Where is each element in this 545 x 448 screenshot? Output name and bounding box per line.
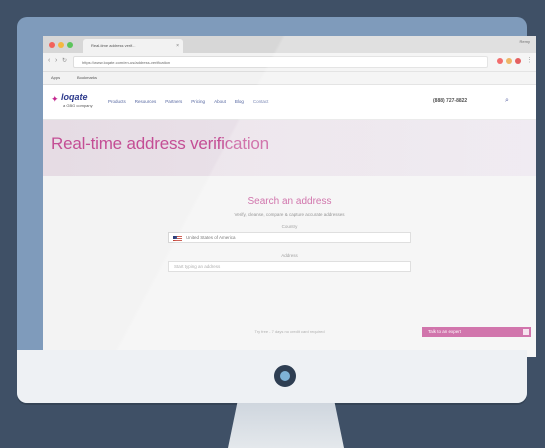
bookmarks-bar: Apps Bookmarks	[43, 72, 536, 85]
search-icon[interactable]: ⌕	[505, 97, 509, 105]
back-icon[interactable]: ‹	[48, 57, 50, 65]
browser-tab-bar: Real-time address verif... × Remy	[43, 36, 536, 53]
phone-number[interactable]: (888) 727-8822	[433, 98, 467, 104]
chat-widget[interactable]: Talk to an expert	[422, 327, 531, 337]
nav-item-resources[interactable]: Resources	[135, 99, 157, 104]
nav-item-blog[interactable]: Blog	[235, 99, 244, 104]
page-title: Real-time address verification	[51, 134, 269, 153]
logo-tagline: a GBG company	[63, 103, 93, 108]
monitor-chin	[17, 350, 527, 403]
nav-item-pricing[interactable]: Pricing	[191, 99, 205, 104]
search-subtitle: Verify, cleanse, compare & capture accur…	[234, 212, 345, 217]
address-bar-row: ‹ › ↻ https://www.loqate.com/en-us/addre…	[43, 53, 536, 72]
logo-mark-icon: ✦	[51, 94, 59, 104]
address-input[interactable]: Start typing an address	[168, 261, 411, 272]
apps-bookmark[interactable]: Apps	[51, 72, 60, 84]
country-label: Country	[281, 224, 298, 229]
logo-name: loqate	[61, 92, 88, 102]
country-value: United States of America	[186, 235, 236, 240]
extension-icon[interactable]	[515, 58, 521, 64]
address-label: Address	[281, 253, 298, 258]
site-header: ✦ loqate a GBG company Products Resource…	[43, 85, 536, 120]
close-window-dot[interactable]	[49, 42, 55, 48]
site-logo[interactable]: ✦ loqate a GBG company	[51, 92, 96, 114]
chat-icon	[523, 329, 529, 335]
power-button-icon	[274, 365, 296, 387]
menu-icon[interactable]: ⋮	[526, 57, 533, 65]
tab-title: Real-time address verif...	[91, 43, 136, 48]
reload-icon[interactable]: ↻	[62, 57, 67, 65]
main-nav: Products Resources Partners Pricing Abou…	[108, 99, 268, 104]
minimize-window-dot[interactable]	[58, 42, 64, 48]
forward-icon[interactable]: ›	[55, 57, 57, 65]
url-field[interactable]: https://www.loqate.com/en-us/address-ver…	[73, 56, 488, 68]
hero-banner: Real-time address verification	[43, 120, 536, 176]
country-select[interactable]: United States of America	[168, 232, 411, 243]
browser-tab[interactable]: Real-time address verif... ×	[83, 39, 183, 53]
search-title: Search an address	[247, 196, 332, 207]
maximize-window-dot[interactable]	[67, 42, 73, 48]
extension-icon[interactable]	[506, 58, 512, 64]
monitor-stand	[228, 403, 344, 448]
us-flag-icon	[173, 236, 182, 241]
profile-name[interactable]: Remy	[520, 39, 530, 44]
monitor-bezel: Real-time address verif... × Remy ‹ › ↻ …	[17, 17, 536, 403]
address-placeholder: Start typing an address	[174, 264, 221, 269]
nav-item-about[interactable]: About	[214, 99, 226, 104]
extension-icon[interactable]	[497, 58, 503, 64]
nav-item-contact[interactable]: Contact	[253, 99, 269, 104]
nav-item-products[interactable]: Products	[108, 99, 126, 104]
browser-window: Real-time address verif... × Remy ‹ › ↻ …	[43, 36, 536, 357]
chat-widget-label: Talk to an expert	[428, 329, 462, 334]
bookmark-item[interactable]: Bookmarks	[77, 72, 97, 84]
tab-close-icon[interactable]: ×	[176, 39, 179, 53]
nav-item-partners[interactable]: Partners	[165, 99, 182, 104]
